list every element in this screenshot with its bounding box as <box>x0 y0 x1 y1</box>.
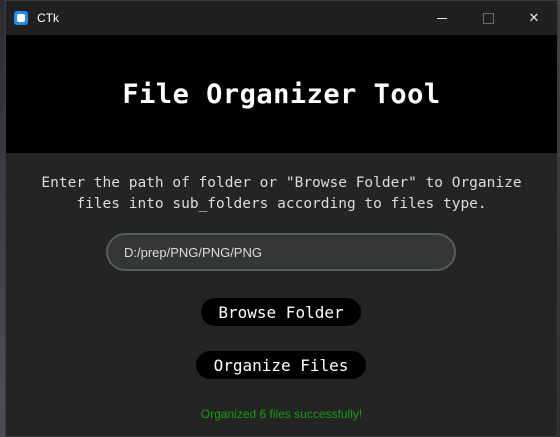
page-title: File Organizer Tool <box>122 78 441 110</box>
folder-path-input[interactable] <box>106 233 456 271</box>
instructions-text: Enter the path of folder or "Browse Fold… <box>6 173 557 215</box>
app-logo-icon <box>14 11 28 25</box>
browse-folder-button[interactable]: Browse Folder <box>201 298 361 326</box>
maximize-button[interactable] <box>465 1 511 35</box>
window-title: CTk <box>37 11 59 25</box>
organize-files-button[interactable]: Organize Files <box>196 351 366 379</box>
window-controls: ✕ <box>419 1 557 35</box>
minimize-icon <box>437 17 447 19</box>
instructions-line-2: files into sub_folders according to file… <box>76 196 487 212</box>
status-message: Organized 6 files successfully! <box>200 407 363 421</box>
minimize-button[interactable] <box>419 1 465 35</box>
close-icon: ✕ <box>528 10 540 26</box>
maximize-icon <box>482 12 494 24</box>
title-bar[interactable]: CTk ✕ <box>6 1 557 35</box>
app-window: CTk ✕ File Organizer Tool Enter the path… <box>5 0 558 437</box>
close-button[interactable]: ✕ <box>511 1 557 35</box>
header-banner: File Organizer Tool <box>6 35 557 153</box>
instructions-line-1: Enter the path of folder or "Browse Fold… <box>41 175 522 191</box>
